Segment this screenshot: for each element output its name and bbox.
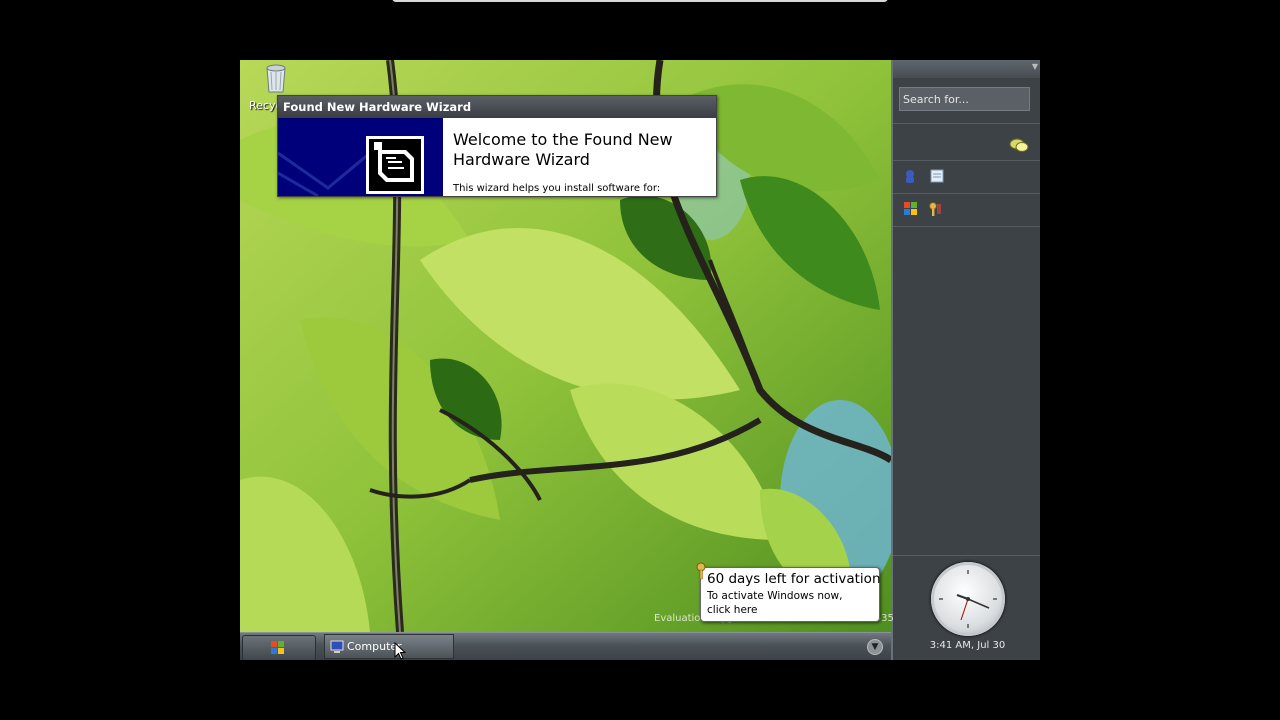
mouse-cursor-icon	[394, 642, 406, 660]
windows-sidebar: ▼ Search for... 3:41 AM, Jul 30	[891, 60, 1040, 660]
chat-icon[interactable]	[1009, 138, 1029, 154]
sidebar-divider	[893, 226, 1040, 227]
sidebar-divider	[893, 160, 1040, 161]
hardware-icon	[366, 136, 424, 194]
video-progress-bar	[392, 0, 888, 2]
sidebar-divider	[893, 123, 1040, 124]
wizard-heading: Welcome to the Found New Hardware Wizard	[453, 130, 698, 170]
balloon-line-1: To activate Windows now,	[707, 590, 843, 602]
key-icon[interactable]	[927, 201, 943, 217]
balloon-title: 60 days left for activation	[707, 571, 881, 587]
chevron-down-icon[interactable]: ▼	[1032, 62, 1038, 71]
start-button[interactable]	[242, 635, 316, 660]
found-new-hardware-wizard-window[interactable]: Found New Hardware Wizard Welcome to the…	[277, 95, 717, 197]
activation-notification-balloon[interactable]: 60 days left for activation To activate …	[696, 562, 881, 622]
taskbar-button-computer[interactable]: Computer	[324, 634, 454, 659]
chevron-down-icon[interactable]: ▼	[867, 639, 883, 655]
sidebar-divider	[893, 555, 1040, 556]
wizard-heading-text: Welcome to the Found New Hardware Wizard	[453, 130, 673, 169]
sidebar-search-input[interactable]: Search for...	[899, 87, 1030, 111]
balloon-text[interactable]: To activate Windows now, click here	[707, 589, 842, 617]
balloon-line-2[interactable]: click here	[707, 604, 757, 616]
clock-gadget[interactable]	[931, 562, 1005, 636]
windows-logo-icon	[271, 641, 284, 654]
wizard-banner	[278, 118, 443, 196]
people-icon[interactable]	[903, 168, 919, 184]
monitor-icon	[330, 640, 344, 653]
clock-label: 3:41 AM, Jul 30	[929, 640, 1006, 651]
sidebar-header: ▼	[893, 60, 1040, 78]
windows-logo-icon[interactable]	[903, 201, 919, 217]
taskbar: Computer ▼	[240, 632, 891, 660]
clock-face-icon	[939, 570, 997, 628]
wizard-title-bar[interactable]: Found New Hardware Wizard	[278, 96, 716, 118]
wizard-body-text: This wizard helps you install software f…	[453, 183, 661, 194]
page-icon[interactable]	[929, 168, 945, 184]
desktop-screen: Recyc Found New Hardware Wizard Welcome …	[240, 60, 1040, 660]
sidebar-divider	[893, 193, 1040, 194]
